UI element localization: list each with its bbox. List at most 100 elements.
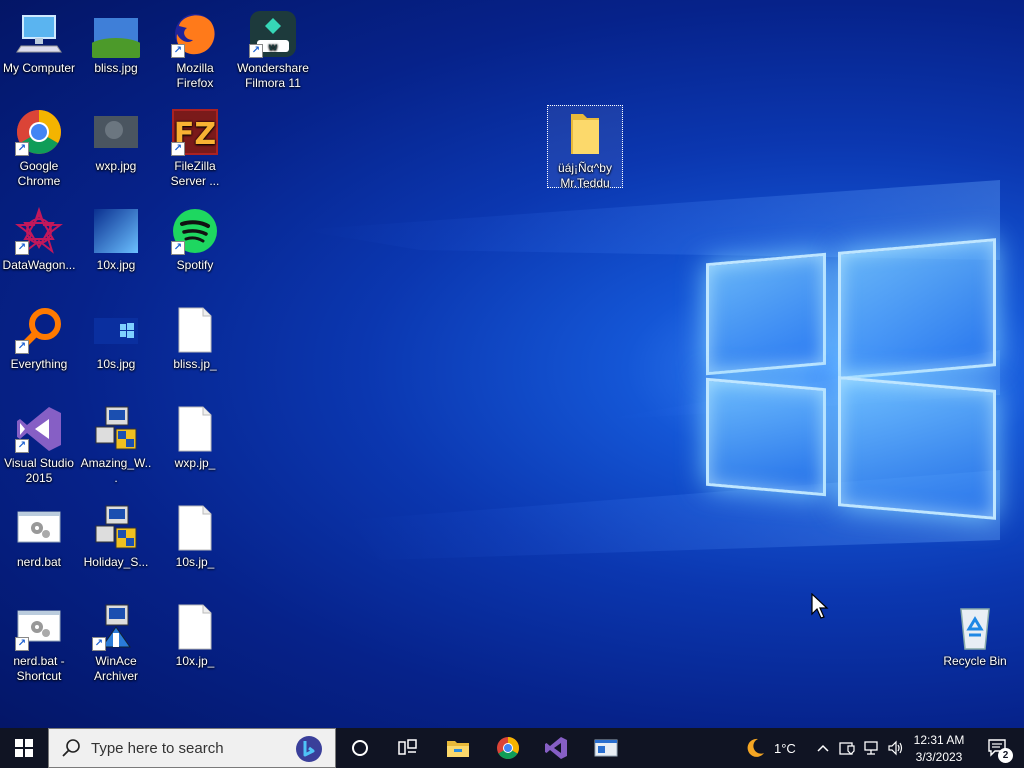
desktop-icon-label: bliss.jp_ <box>173 357 217 371</box>
batch-file-gear-icon: ↗ <box>15 603 63 651</box>
task-view-icon <box>398 739 417 755</box>
windows-logo-pane-bl <box>706 377 826 497</box>
desktop-icon-spotify[interactable]: ↗ Spotify <box>157 201 233 273</box>
desktop-icon-winace-archiver[interactable]: ↗ WinAce Archiver <box>78 597 154 684</box>
desktop-icon-label: Visual Studio 2015 <box>4 456 74 485</box>
blank-file-icon <box>171 405 219 453</box>
filmora-icon: w ↗ <box>249 10 297 58</box>
desktop-icon-label: Wondershare Filmora 11 <box>237 61 309 90</box>
start-button[interactable] <box>0 728 48 768</box>
shortcut-arrow-icon: ↗ <box>171 241 185 255</box>
search-icon <box>62 739 80 757</box>
desktop-icon-label: DataWagon... <box>2 258 76 272</box>
network-tray-button[interactable] <box>860 728 882 768</box>
desktop-icon-label: Amazing_W... <box>80 456 152 485</box>
desktop-icon-label: üáj¡Ñα^by Mr.Teddu <box>558 161 612 190</box>
desktop-icon-10s-jp_[interactable]: 10s.jp_ <box>157 498 233 570</box>
desktop-icon-label: 10s.jp_ <box>175 555 215 569</box>
security-tray-button[interactable] <box>836 728 858 768</box>
task-view-button[interactable] <box>388 728 428 768</box>
desktop-icon-label: nerd.bat - Shortcut <box>13 654 65 683</box>
desktop-icon-label: 10s.jpg <box>96 357 136 371</box>
action-center-button[interactable]: 2 <box>978 728 1018 768</box>
image-thumbnail-icon <box>92 207 140 255</box>
shortcut-arrow-icon: ↗ <box>15 340 29 354</box>
recycle-bin-icon <box>951 603 999 651</box>
desktop-icon-10x-jp_[interactable]: 10x.jp_ <box>157 597 233 669</box>
cortana-button[interactable] <box>340 728 380 768</box>
everything-search-icon: ↗ <box>15 306 63 354</box>
visual-studio-icon: ↗ <box>15 405 63 453</box>
image-thumbnail-icon <box>86 10 146 62</box>
taskbar-search-box[interactable]: Type here to search <box>48 728 336 768</box>
desktop-icon-label: Spotify <box>176 258 214 272</box>
desktop-icon-label: nerd.bat <box>16 555 62 569</box>
filezilla-icon: FZ ↗ <box>171 108 219 156</box>
desktop-icon-my-computer[interactable]: My Computer <box>1 4 77 76</box>
desktop-icon-bliss-jp_[interactable]: bliss.jp_ <box>157 300 233 372</box>
taskbar-app-window[interactable] <box>584 728 628 768</box>
desktop-icon-datawagon[interactable]: ↗ DataWagon... <box>1 201 77 273</box>
taskbar: Type here to search 1°C 12:31 AM 3/3/202… <box>0 728 1024 768</box>
desktop-icon-label: wxp.jpg <box>95 159 137 173</box>
desktop-icon-10s-jpg[interactable]: 10s.jpg <box>78 300 154 372</box>
desktop[interactable]: { "desktop": { "icons": [ {"id": "my-com… <box>0 0 1024 768</box>
desktop-icon-bliss-jpg[interactable]: bliss.jpg <box>78 4 154 76</box>
taskbar-file-explorer[interactable] <box>436 728 480 768</box>
computer-icon <box>15 10 63 58</box>
chrome-icon: ↗ <box>15 108 63 156</box>
mouse-cursor-icon <box>811 593 829 619</box>
desktop-icon-holiday-s[interactable]: Holiday_S... <box>78 498 154 570</box>
show-hidden-icons-button[interactable] <box>812 728 834 768</box>
desktop-icon-label: My Computer <box>2 61 76 75</box>
installer-package-icon <box>92 405 140 453</box>
shortcut-arrow-icon: ↗ <box>92 637 106 651</box>
weather-widget[interactable]: 1°C <box>744 728 804 768</box>
clock[interactable]: 12:31 AM 3/3/2023 <box>906 728 972 768</box>
desktop-icon-amazing-w[interactable]: Amazing_W... <box>78 399 154 486</box>
chrome-icon <box>497 737 519 759</box>
clock-date: 3/3/2023 <box>915 749 963 764</box>
volume-tray-button[interactable] <box>884 728 906 768</box>
archiver-icon: ↗ <box>92 603 140 651</box>
desktop-icon-filezilla-server[interactable]: FZ ↗ FileZilla Server ... <box>157 102 233 189</box>
cortana-circle-icon <box>352 740 368 756</box>
desktop-icon-label: Mozilla Firefox <box>176 61 214 90</box>
blank-file-icon <box>171 306 219 354</box>
shortcut-arrow-icon: ↗ <box>15 142 29 156</box>
desktop-icon-visual-studio[interactable]: ↗ Visual Studio 2015 <box>1 399 77 486</box>
desktop-icon-10x-jpg[interactable]: 10x.jpg <box>78 201 154 273</box>
security-shield-icon <box>839 742 855 755</box>
app-window-icon <box>594 739 618 757</box>
spotify-icon: ↗ <box>171 207 219 255</box>
desktop-icon-label: bliss.jpg <box>94 61 138 75</box>
speaker-icon <box>888 740 903 756</box>
desktop-icon-label: FileZilla Server ... <box>170 159 220 188</box>
clock-time: 12:31 AM <box>913 732 965 747</box>
image-thumbnail-icon <box>92 306 140 354</box>
datawagon-star-icon: ↗ <box>15 206 63 255</box>
taskbar-visual-studio[interactable] <box>534 728 578 768</box>
shortcut-arrow-icon: ↗ <box>15 439 29 453</box>
blank-file-icon <box>171 504 219 552</box>
windows-logo-pane-tr <box>838 238 996 380</box>
desktop-icon-nerd-bat[interactable]: nerd.bat <box>1 498 77 570</box>
desktop-icon-wxp-jp_[interactable]: wxp.jp_ <box>157 399 233 471</box>
desktop-icon-everything[interactable]: ↗ Everything <box>1 300 77 372</box>
bing-icon[interactable] <box>295 735 323 763</box>
desktop-icon-label: Holiday_S... <box>83 555 149 569</box>
desktop-icon-google-chrome[interactable]: ↗ Google Chrome <box>1 102 77 189</box>
desktop-icon-recycle-bin[interactable]: Recycle Bin <box>937 597 1013 669</box>
taskbar-chrome[interactable] <box>486 728 530 768</box>
desktop-icon-nerd-bat-shortcut[interactable]: ↗ nerd.bat - Shortcut <box>1 597 77 684</box>
desktop-icon-wondershare-filmora[interactable]: w ↗ Wondershare Filmora 11 <box>234 4 312 91</box>
installer-package-icon <box>92 504 140 552</box>
chevron-up-icon <box>817 744 829 752</box>
desktop-icon-mozilla-firefox[interactable]: ↗ Mozilla Firefox <box>157 4 233 91</box>
desktop-icon-folder-teddu[interactable]: üáj¡Ñα^by Mr.Teddu <box>547 105 623 190</box>
windows-logo-pane-tl <box>706 252 826 376</box>
desktop-icon-wxp-jpg[interactable]: wxp.jpg <box>78 102 154 174</box>
shortcut-arrow-icon: ↗ <box>171 44 185 58</box>
svg-text:w: w <box>268 42 277 53</box>
desktop-icon-label: wxp.jp_ <box>174 456 216 470</box>
